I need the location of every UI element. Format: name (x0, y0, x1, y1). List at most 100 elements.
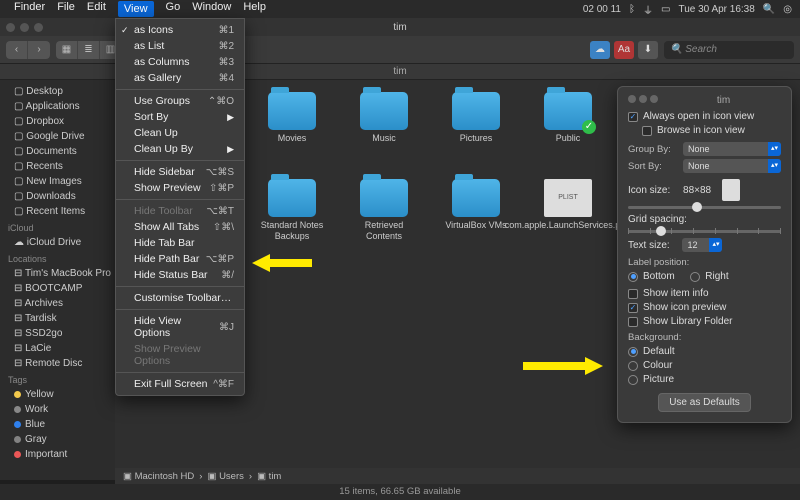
show-library-folder-checkbox[interactable] (628, 317, 638, 327)
sidebar-item[interactable]: ⊟ Archives (0, 296, 115, 311)
browse-label: Browse in icon view (657, 125, 745, 136)
siri-icon[interactable]: ◎ (783, 4, 792, 15)
view-menu-item[interactable]: Hide Sidebar⌥⌘S (116, 164, 244, 180)
view-menu-item[interactable]: Clean Up By▶ (116, 141, 244, 157)
background-label: Background: (628, 332, 781, 343)
menubar-status: 02 00 11 ᛒ ⏚ ▭ Tue 30 Apr 16:38 🔍 ◎ (583, 2, 792, 17)
bg-default-radio[interactable] (628, 347, 638, 357)
search-input[interactable]: 🔍 Search (664, 41, 794, 59)
browse-checkbox[interactable] (642, 126, 652, 136)
folder-item[interactable]: Movies (258, 92, 326, 143)
view-menu-item[interactable]: Exit Full Screen^⌘F (116, 376, 244, 392)
sidebar-item[interactable]: ▢ Recent Items (0, 204, 115, 219)
grid-spacing-label: Grid spacing: (628, 214, 781, 225)
view-menu-item[interactable]: Use Groups⌃⌘O (116, 93, 244, 109)
menu-edit[interactable]: Edit (87, 1, 106, 17)
sidebar-tag[interactable]: Work (0, 402, 115, 417)
sidebar-item[interactable]: ▢ Recents (0, 159, 115, 174)
nav-back-forward[interactable]: ‹ › (6, 41, 50, 59)
view-menu-item[interactable]: Customise Toolbar… (116, 290, 244, 306)
view-menu-item[interactable]: Hide Status Bar⌘/ (116, 267, 244, 283)
cloud-app-icon[interactable]: ☁ (590, 41, 610, 59)
sidebar: ▢ Desktop▢ Applications▢ Dropbox▢ Google… (0, 80, 115, 480)
sidebar-item[interactable]: ☁ iCloud Drive (0, 235, 115, 250)
pathbar-segment[interactable]: ▣ tim (257, 471, 281, 482)
pathbar-segment[interactable]: ▣ Macintosh HD (123, 471, 194, 482)
sidebar-tag[interactable]: Important (0, 447, 115, 462)
sidebar-item[interactable]: ⊟ Tim's MacBook Pro (0, 266, 115, 281)
show-item-info-checkbox[interactable] (628, 289, 638, 299)
view-menu-item[interactable]: Clean Up (116, 125, 244, 141)
always-open-checkbox[interactable] (628, 112, 638, 122)
grid-spacing-slider[interactable] (628, 230, 781, 233)
view-menu-item[interactable]: Hide Tab Bar (116, 235, 244, 251)
sidebar-item[interactable]: ▢ Downloads (0, 189, 115, 204)
menubar-app[interactable]: Finder (14, 1, 45, 17)
sidebar-item[interactable]: ⊟ BOOTCAMP (0, 281, 115, 296)
pathbar-segment[interactable]: ▣ Users (207, 471, 243, 482)
view-menu-item[interactable]: as Columns⌘3 (116, 54, 244, 70)
sidebar-item[interactable]: ⊟ LaCie (0, 341, 115, 356)
sidebar-item[interactable]: ▢ New Images (0, 174, 115, 189)
view-menu-item[interactable]: as Gallery⌘4 (116, 70, 244, 86)
folder-item[interactable]: PLISTcom.apple.LaunchServices.plist (534, 179, 602, 241)
sidebar-item[interactable]: ▢ Google Drive (0, 129, 115, 144)
red-app-icon[interactable]: Aa (614, 41, 634, 59)
view-menu-item[interactable]: Show Preview⇧⌘P (116, 180, 244, 196)
spotlight-icon[interactable]: 🔍 (763, 4, 775, 15)
label-bottom-radio[interactable] (628, 272, 638, 282)
view-menu-item[interactable]: as List⌘2 (116, 38, 244, 54)
sort-by-select[interactable]: None▴▾ (683, 159, 781, 173)
path-bar[interactable]: ▣ Macintosh HD›▣ Users›▣ tim (115, 468, 800, 484)
window-title: tim (393, 22, 406, 33)
show-icon-preview-checkbox[interactable] (628, 303, 638, 313)
folder-item[interactable]: Pictures (442, 92, 510, 143)
view-menu-item[interactable]: Hide Path Bar⌥⌘P (116, 251, 244, 267)
view-icons-button[interactable]: ▦ (56, 41, 78, 59)
bg-colour-radio[interactable] (628, 361, 638, 371)
folder-item[interactable]: Standard Notes Backups (258, 179, 326, 241)
label-right-radio[interactable] (690, 272, 700, 282)
sidebar-item[interactable]: ▢ Applications (0, 99, 115, 114)
view-menu-item: Show Preview Options (116, 341, 244, 369)
dropbox-app-icon[interactable]: ⬇ (638, 41, 658, 59)
battery-icon[interactable]: ▭ (661, 4, 670, 15)
view-menu-item[interactable]: Sort By▶ (116, 109, 244, 125)
folder-item[interactable]: ✓Public (534, 92, 602, 143)
view-menu-item[interactable]: ✓as Icons⌘1 (116, 22, 244, 38)
folder-item[interactable]: Music (350, 92, 418, 143)
sidebar-item[interactable]: ▢ Desktop (0, 84, 115, 99)
clock[interactable]: Tue 30 Apr 16:38 (678, 4, 754, 15)
sidebar-item[interactable]: ▢ Dropbox (0, 114, 115, 129)
view-list-button[interactable]: ≣ (78, 41, 100, 59)
toolbar-app-icons: ☁ Aa ⬇ (590, 41, 658, 59)
folder-item[interactable]: VirtualBox VMs (442, 179, 510, 241)
sidebar-tag[interactable]: Blue (0, 417, 115, 432)
text-size-select[interactable]: 12▴▾ (682, 238, 722, 252)
menu-window[interactable]: Window (192, 1, 231, 17)
bg-picture-radio[interactable] (628, 375, 638, 385)
sidebar-tag[interactable]: Yellow (0, 387, 115, 402)
folder-item[interactable]: Retrieved Contents (350, 179, 418, 241)
menu-view[interactable]: View (118, 1, 154, 17)
sidebar-item[interactable]: ⊟ SSD2go (0, 326, 115, 341)
back-button[interactable]: ‹ (6, 41, 28, 59)
menu-go[interactable]: Go (166, 1, 181, 17)
sidebar-item[interactable]: ▢ Documents (0, 144, 115, 159)
forward-button[interactable]: › (28, 41, 50, 59)
use-as-defaults-button[interactable]: Use as Defaults (658, 393, 751, 412)
panel-traffic-lights[interactable] (628, 95, 661, 106)
traffic-lights[interactable] (6, 23, 43, 32)
view-menu-item[interactable]: Show All Tabs⇧⌘\ (116, 219, 244, 235)
group-by-select[interactable]: None▴▾ (683, 142, 781, 156)
sidebar-item[interactable]: ⊟ Tardisk (0, 311, 115, 326)
wifi-icon[interactable]: ⏚ (643, 2, 653, 17)
icon-size-slider[interactable] (628, 206, 781, 209)
sidebar-item[interactable]: ⊟ Remote Disc (0, 356, 115, 371)
search-placeholder: Search (685, 44, 717, 55)
menu-help[interactable]: Help (243, 1, 266, 17)
sidebar-tag[interactable]: Gray (0, 432, 115, 447)
view-menu-item[interactable]: Hide View Options⌘J (116, 313, 244, 341)
menu-file[interactable]: File (57, 1, 75, 17)
bluetooth-icon[interactable]: ᛒ (629, 4, 635, 15)
